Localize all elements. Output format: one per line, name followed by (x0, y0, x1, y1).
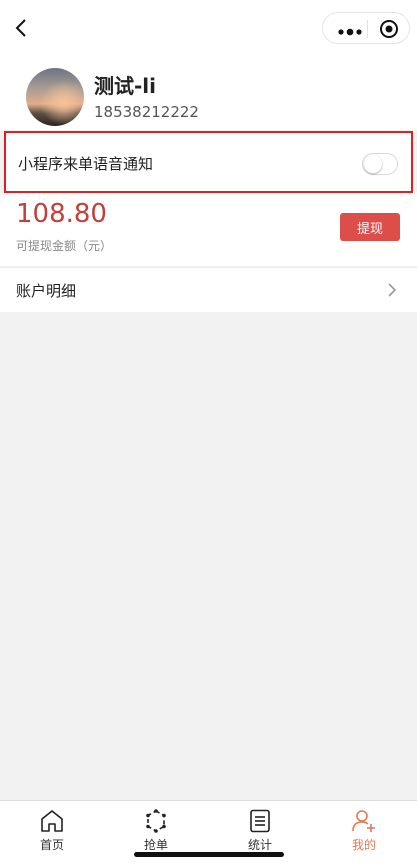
miniprogram-capsule (322, 12, 410, 44)
user-name: 测试-li (94, 74, 157, 98)
back-arrow-icon[interactable] (10, 14, 34, 42)
tab-statistics-label: 统计 (247, 838, 272, 852)
voice-notification-row: 小程序来单语音通知 (4, 131, 413, 193)
statistics-icon (230, 809, 290, 833)
profile-section (0, 56, 417, 130)
tab-home[interactable]: 首页 (22, 809, 82, 859)
user-phone: 18538212222 (94, 103, 199, 121)
account-details-label: 账户明细 (16, 282, 77, 300)
home-indicator (134, 852, 284, 857)
balance-label: 可提现金额（元） (16, 239, 113, 253)
profile-icon (334, 809, 394, 833)
more-options-icon[interactable] (337, 23, 363, 36)
tab-profile-label: 我的 (351, 838, 376, 852)
balance-section: 108.80 可提现金额（元） 提现 (0, 193, 417, 266)
chevron-right-icon (386, 282, 398, 298)
tab-grab-order-label: 抢单 (143, 838, 168, 852)
navigation-bar (0, 0, 417, 56)
close-miniprogram-icon[interactable] (379, 19, 399, 39)
voice-notification-label: 小程序来单语音通知 (18, 155, 154, 173)
avatar[interactable] (26, 68, 84, 126)
tab-profile[interactable]: 我的 (334, 809, 394, 859)
capsule-divider (367, 20, 368, 38)
withdraw-button[interactable]: 提现 (340, 213, 400, 241)
tab-home-label: 首页 (39, 838, 64, 852)
account-details-row[interactable]: 账户明细 (0, 267, 417, 312)
grab-order-icon (126, 809, 186, 833)
toggle-knob (364, 155, 382, 173)
voice-notification-toggle[interactable] (362, 153, 398, 175)
home-icon (22, 809, 82, 833)
balance-amount: 108.80 (16, 199, 107, 229)
